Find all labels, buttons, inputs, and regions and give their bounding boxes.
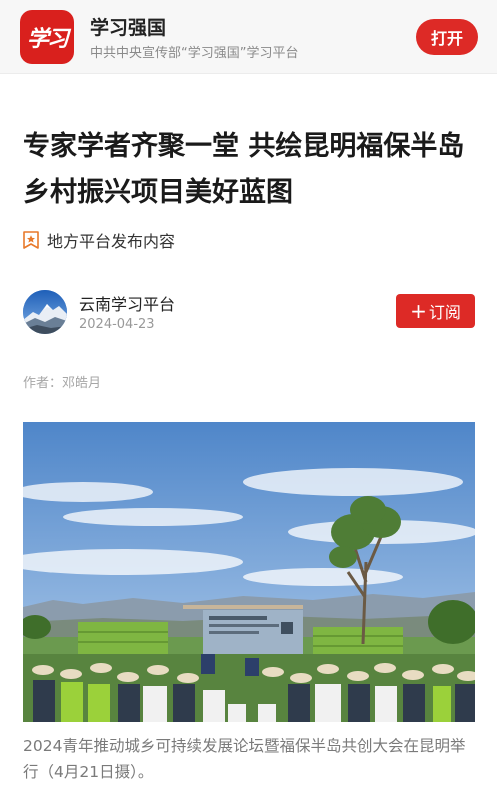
source-tag: 地方平台发布内容 xyxy=(23,228,175,252)
plus-icon: + xyxy=(410,299,427,323)
app-logo-text: 学习 xyxy=(26,26,69,52)
source-tag-label: 地方平台发布内容 xyxy=(47,232,176,251)
mountain-avatar-icon xyxy=(23,290,67,334)
author-line: 作者：邓皓月 xyxy=(23,376,102,391)
photo-caption: 2024青年推动城乡可持续发展论坛暨福保半岛共创大会在昆明举行（4月21日摄）。 xyxy=(23,737,466,781)
app-name: 学习强国 xyxy=(90,17,167,39)
article-photo[interactable] xyxy=(23,422,475,722)
article-title: 专家学者齐聚一堂 共绘昆明福保半岛乡村振兴项目美好蓝图 xyxy=(23,131,465,208)
forum-event-photo xyxy=(23,422,475,722)
star-badge-icon xyxy=(23,231,39,249)
open-app-button[interactable]: 打开 xyxy=(416,19,478,55)
subscribe-label: 订阅 xyxy=(428,303,461,322)
subscribe-button[interactable]: + 订阅 xyxy=(396,294,475,328)
app-banner: 学习 学习强国 中共中央宣传部“学习强国”学习平台 打开 xyxy=(0,0,497,74)
account-info: 云南学习平台 2024-04-23 + 订阅 xyxy=(23,290,475,336)
app-description: 中共中央宣传部“学习强国”学习平台 xyxy=(90,46,299,61)
account-avatar[interactable] xyxy=(23,290,67,334)
app-logo[interactable]: 学习 xyxy=(20,10,74,64)
publish-date: 2024-04-23 xyxy=(79,317,155,332)
account-name[interactable]: 云南学习平台 xyxy=(79,291,175,315)
